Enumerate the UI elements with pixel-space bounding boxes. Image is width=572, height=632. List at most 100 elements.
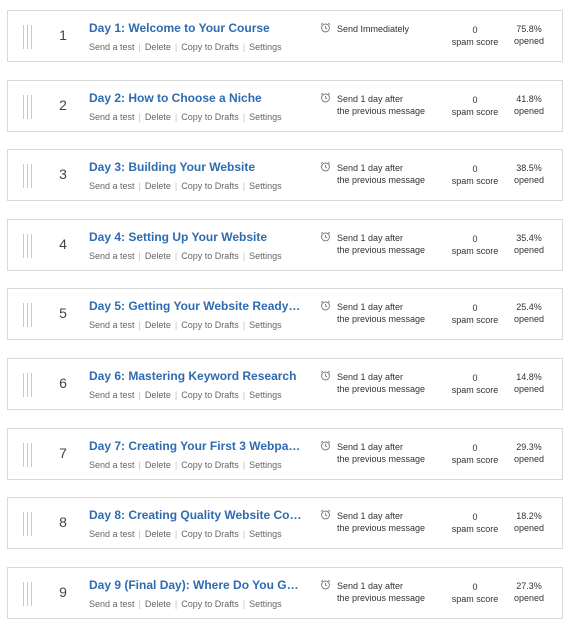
- settings-link[interactable]: Settings: [249, 529, 282, 539]
- send-test-link[interactable]: Send a test: [89, 390, 135, 400]
- drag-handle-icon[interactable]: [23, 303, 35, 327]
- action-separator: |: [242, 529, 246, 539]
- message-actions: Send a test | Delete | Copy to Drafts | Settin…: [89, 320, 282, 330]
- delete-link[interactable]: Delete: [145, 460, 171, 470]
- copy-to-drafts-link[interactable]: Copy to Drafts: [181, 112, 239, 122]
- send-test-link[interactable]: Send a test: [89, 181, 135, 191]
- message-title-link[interactable]: Day 6: Mastering Keyword Research: [89, 369, 303, 383]
- schedule-line-2: the previous message: [337, 314, 426, 324]
- copy-to-drafts-link[interactable]: Copy to Drafts: [181, 390, 239, 400]
- open-rate: 25.4% opened: [508, 301, 550, 325]
- message-title-link[interactable]: Day 4: Setting Up Your Website: [89, 230, 303, 244]
- delete-link[interactable]: Delete: [145, 112, 171, 122]
- message-title-link[interactable]: Day 7: Creating Your First 3 Webpages: [89, 439, 303, 453]
- drag-handle-icon[interactable]: [23, 443, 35, 467]
- spam-score-label: spam score: [451, 176, 499, 186]
- schedule-line-1: Send 1 day after: [337, 94, 404, 104]
- message-number: 9: [59, 584, 67, 600]
- delete-link[interactable]: Delete: [145, 42, 171, 52]
- send-test-link[interactable]: Send a test: [89, 599, 135, 609]
- open-rate-value: 18.2%: [516, 511, 542, 521]
- schedule-line-2: the previous message: [337, 245, 426, 255]
- alarm-clock-icon: [320, 92, 331, 103]
- schedule-text: Send Immediately: [337, 23, 409, 35]
- action-separator: |: [174, 599, 178, 609]
- action-separator: |: [138, 529, 141, 539]
- settings-link[interactable]: Settings: [249, 181, 282, 191]
- message-title-link[interactable]: Day 8: Creating Quality Website Content: [89, 508, 303, 522]
- copy-to-drafts-link[interactable]: Copy to Drafts: [181, 251, 239, 261]
- spam-score: 0 spam score: [448, 511, 502, 535]
- settings-link[interactable]: Settings: [249, 320, 282, 330]
- delete-link[interactable]: Delete: [145, 529, 171, 539]
- message-card: 2 Day 2: How to Choose a Niche Send a te…: [7, 80, 563, 132]
- alarm-clock-icon: [320, 300, 331, 311]
- spam-score-value: 0: [472, 582, 478, 592]
- drag-handle-icon[interactable]: [23, 373, 35, 397]
- schedule-text: Send 1 day after the previous message: [337, 301, 425, 325]
- drag-handle-icon[interactable]: [23, 582, 35, 606]
- message-card: 4 Day 4: Setting Up Your Website Send a …: [7, 219, 563, 271]
- send-test-link[interactable]: Send a test: [89, 112, 135, 122]
- send-test-link[interactable]: Send a test: [89, 320, 135, 330]
- delete-link[interactable]: Delete: [145, 390, 171, 400]
- drag-handle-icon[interactable]: [23, 234, 35, 258]
- message-card: 5 Day 5: Getting Your Website Ready for …: [7, 288, 563, 340]
- send-test-link[interactable]: Send a test: [89, 529, 135, 539]
- settings-link[interactable]: Settings: [249, 42, 282, 52]
- delete-link[interactable]: Delete: [145, 181, 171, 191]
- open-rate-value: 41.8%: [516, 94, 542, 104]
- settings-link[interactable]: Settings: [249, 390, 282, 400]
- schedule-line-2: the previous message: [337, 106, 426, 116]
- settings-link[interactable]: Settings: [249, 599, 282, 609]
- schedule-text: Send 1 day after the previous message: [337, 580, 425, 604]
- copy-to-drafts-link[interactable]: Copy to Drafts: [181, 42, 239, 52]
- message-title-link[interactable]: Day 5: Getting Your Website Ready for ..…: [89, 299, 303, 313]
- open-rate-value: 35.4%: [516, 233, 542, 243]
- delete-link[interactable]: Delete: [145, 251, 171, 261]
- message-title-link[interactable]: Day 1: Welcome to Your Course: [89, 21, 303, 35]
- drag-handle-icon[interactable]: [23, 95, 35, 119]
- schedule-line-2: the previous message: [337, 523, 426, 533]
- send-test-link[interactable]: Send a test: [89, 460, 135, 470]
- spam-score-label: spam score: [451, 246, 499, 256]
- message-title-link[interactable]: Day 2: How to Choose a Niche: [89, 91, 303, 105]
- open-rate: 14.8% opened: [508, 371, 550, 395]
- action-separator: |: [242, 599, 246, 609]
- copy-to-drafts-link[interactable]: Copy to Drafts: [181, 320, 239, 330]
- spam-score: 0 spam score: [448, 233, 502, 257]
- open-rate-label: opened: [513, 593, 545, 603]
- message-actions: Send a test | Delete | Copy to Drafts | Settin…: [89, 390, 282, 400]
- schedule-line-2: the previous message: [337, 175, 426, 185]
- send-test-link[interactable]: Send a test: [89, 251, 135, 261]
- copy-to-drafts-link[interactable]: Copy to Drafts: [181, 460, 239, 470]
- open-rate-value: 38.5%: [516, 163, 542, 173]
- spam-score: 0 spam score: [448, 302, 502, 326]
- spam-score-value: 0: [472, 234, 478, 244]
- send-test-link[interactable]: Send a test: [89, 42, 135, 52]
- schedule-text: Send 1 day after the previous message: [337, 162, 425, 186]
- message-number: 6: [59, 375, 67, 391]
- message-title-link[interactable]: Day 3: Building Your Website: [89, 160, 303, 174]
- drag-handle-icon[interactable]: [23, 164, 35, 188]
- settings-link[interactable]: Settings: [249, 251, 282, 261]
- action-separator: |: [174, 251, 178, 261]
- spam-score-label: spam score: [451, 37, 499, 47]
- message-title-link[interactable]: Day 9 (Final Day): Where Do You Go Fro..…: [89, 578, 303, 592]
- spam-score-value: 0: [472, 303, 478, 313]
- delete-link[interactable]: Delete: [145, 320, 171, 330]
- copy-to-drafts-link[interactable]: Copy to Drafts: [181, 599, 239, 609]
- spam-score-value: 0: [472, 512, 478, 522]
- schedule-line-2: the previous message: [337, 593, 426, 603]
- copy-to-drafts-link[interactable]: Copy to Drafts: [181, 181, 239, 191]
- delete-link[interactable]: Delete: [145, 599, 171, 609]
- settings-link[interactable]: Settings: [249, 112, 282, 122]
- message-number: 4: [59, 236, 67, 252]
- spam-score: 0 spam score: [448, 94, 502, 118]
- message-actions: Send a test | Delete | Copy to Drafts | Settin…: [89, 529, 282, 539]
- settings-link[interactable]: Settings: [249, 460, 282, 470]
- drag-handle-icon[interactable]: [23, 25, 35, 49]
- drag-handle-icon[interactable]: [23, 512, 35, 536]
- copy-to-drafts-link[interactable]: Copy to Drafts: [181, 529, 239, 539]
- open-rate-label: opened: [513, 245, 545, 255]
